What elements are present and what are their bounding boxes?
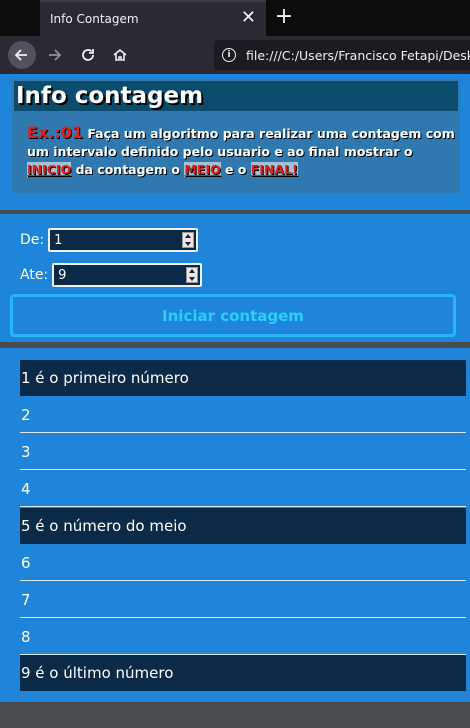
info-title-bar: Info contagem [14,81,458,111]
description-part1: Faça um algoritmo para realizar uma cont… [27,126,455,159]
home-icon[interactable] [106,41,134,69]
close-tab-icon[interactable]: ✕ [241,9,256,27]
info-card: Info contagem Ex.:01 Faça um algoritmo p… [12,79,460,193]
back-arrow-icon[interactable] [8,41,36,69]
count-form: De: 1 Ate: 9 Iniciar contagem [0,214,470,342]
result-row-8: 8 [20,619,466,655]
page-content: Info contagem Ex.:01 Faça um algoritmo p… [0,74,470,728]
forward-arrow-icon[interactable] [40,41,68,69]
result-row-2: 2 [20,397,466,433]
exercise-label: Ex.:01 [27,123,83,142]
new-tab-icon[interactable]: + [272,4,296,30]
info-icon[interactable]: i [222,48,236,62]
tab-strip-start [0,0,40,36]
de-label: De: [20,232,45,248]
de-row: De: 1 [20,228,199,252]
ate-spinner-icon[interactable] [186,267,199,283]
result-row-4: 4 [20,471,466,507]
tab-info-contagem[interactable]: Info Contagem ✕ [40,0,266,36]
reload-icon[interactable] [74,41,102,69]
result-row-9: 9 é o último número [20,655,466,691]
ate-row: Ate: 9 [20,263,203,287]
browser-tabbar: Info Contagem ✕ + [0,0,470,36]
de-value: 1 [54,232,63,248]
start-count-button[interactable]: Iniciar contagem [10,294,456,337]
results-list: 1 é o primeiro número 2 3 4 5 é o número… [0,348,470,702]
de-spinner-icon[interactable] [182,232,195,248]
exercise-description: Ex.:01 Faça um algoritmo para realizar u… [27,124,455,179]
result-row-5: 5 é o número do meio [20,508,466,544]
ate-input[interactable]: 9 [52,263,203,287]
page-title: Info contagem [16,83,204,109]
url-text: file:///C:/Users/Francisco Fetapi/Deskt [246,47,470,63]
meio-highlight: MEIO [184,162,221,177]
result-row-1: 1 é o primeiro número [20,360,466,396]
result-row-6: 6 [20,545,466,581]
header-section: Info contagem Ex.:01 Faça um algoritmo p… [0,74,470,210]
tab-title: Info Contagem [50,12,139,26]
ate-label: Ate: [20,267,49,283]
de-input[interactable]: 1 [48,228,199,252]
result-row-7: 7 [20,582,466,618]
final-highlight: FINAL! [250,162,298,177]
description-part2: da contagem o [71,162,185,177]
ate-value: 9 [58,267,67,283]
inicio-highlight: INICIO [27,162,72,177]
description-part3: e o [220,162,251,177]
address-bar[interactable]: i file:///C:/Users/Francisco Fetapi/Desk… [214,40,470,70]
result-row-3: 3 [20,434,466,470]
browser-navbar: i file:///C:/Users/Francisco Fetapi/Desk… [0,36,470,74]
